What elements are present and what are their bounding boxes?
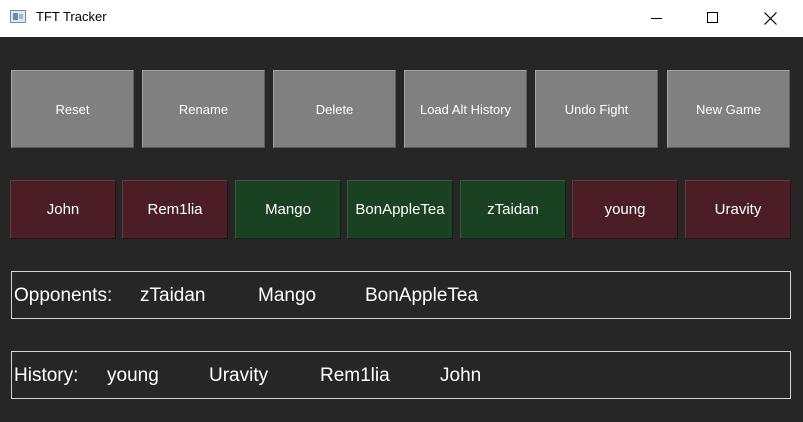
opponents-panel: Opponents: zTaidan Mango BonAppleTea bbox=[11, 271, 791, 319]
player-button-young[interactable]: young bbox=[572, 180, 678, 239]
reset-button[interactable]: Reset bbox=[11, 70, 134, 148]
close-button[interactable] bbox=[742, 0, 800, 37]
opponent-name: Mango bbox=[258, 285, 317, 306]
history-name: young bbox=[107, 365, 159, 386]
player-button-mango[interactable]: Mango bbox=[235, 180, 341, 239]
player-button-bonappletea[interactable]: BonAppleTea bbox=[347, 180, 453, 239]
maximize-icon bbox=[707, 12, 718, 23]
history-name: Rem1lia bbox=[320, 365, 390, 386]
player-button-john[interactable]: John bbox=[10, 180, 116, 239]
load-alt-history-button[interactable]: Load Alt History bbox=[404, 70, 527, 148]
close-icon bbox=[764, 12, 777, 25]
opponent-name: zTaidan bbox=[140, 285, 206, 306]
undo-fight-button[interactable]: Undo Fight bbox=[535, 70, 658, 148]
delete-button[interactable]: Delete bbox=[273, 70, 396, 148]
player-button-rem1lia[interactable]: Rem1lia bbox=[122, 180, 228, 239]
minimize-button[interactable] bbox=[628, 0, 686, 37]
history-name: Uravity bbox=[209, 365, 269, 386]
title-bar: TFT Tracker bbox=[0, 0, 803, 37]
window-title: TFT Tracker bbox=[36, 9, 107, 24]
maximize-button[interactable] bbox=[684, 0, 742, 37]
history-name: John bbox=[440, 365, 482, 386]
new-game-button[interactable]: New Game bbox=[667, 70, 790, 148]
history-label: History: bbox=[14, 365, 79, 386]
app-window-icon bbox=[10, 10, 26, 23]
opponents-label: Opponents: bbox=[14, 285, 113, 306]
player-button-uravity[interactable]: Uravity bbox=[685, 180, 791, 239]
history-panel: History: young Uravity Rem1lia John bbox=[11, 351, 791, 399]
player-button-ztaidan[interactable]: zTaidan bbox=[460, 180, 566, 239]
opponent-name: BonAppleTea bbox=[365, 285, 479, 306]
rename-button[interactable]: Rename bbox=[142, 70, 265, 148]
minimize-icon bbox=[651, 18, 662, 19]
